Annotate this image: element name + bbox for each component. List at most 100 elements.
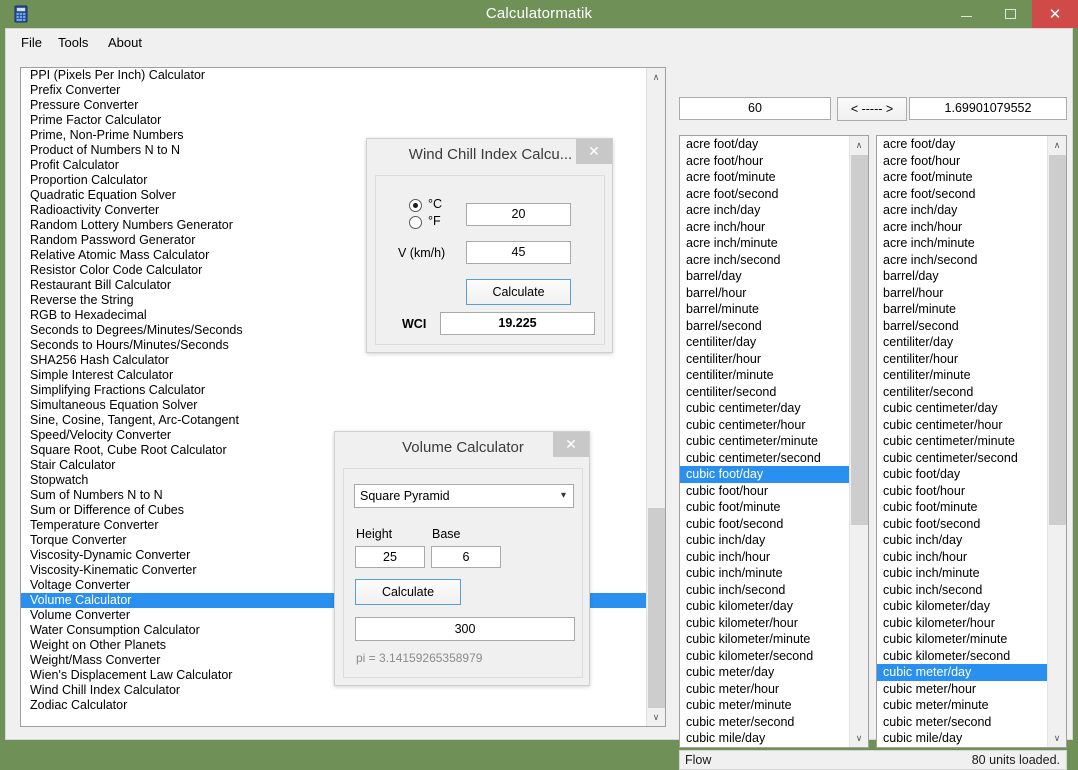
unit-list-item[interactable]: cubic foot/day [680,466,849,483]
scroll-up-icon[interactable]: ∧ [850,136,868,154]
unit-list-item[interactable]: centiliter/second [877,384,1047,401]
swap-direction-button[interactable]: < ----- > [837,97,907,121]
unit-list-item[interactable]: acre foot/day [680,136,849,153]
volume-close-button[interactable]: ✕ [553,432,589,457]
unit-list-item[interactable]: barrel/day [680,268,849,285]
wind-chill-close-button[interactable]: ✕ [576,139,612,164]
unit-list-item[interactable]: cubic inch/minute [680,565,849,582]
unit-list-to-scrollbar[interactable]: ∧ ∨ [1047,136,1066,747]
unit-list-item[interactable]: centiliter/hour [877,351,1047,368]
calculator-list-item[interactable]: Prefix Converter [21,83,646,98]
unit-list-item[interactable]: cubic foot/second [877,516,1047,533]
unit-list-item[interactable]: cubic centimeter/hour [877,417,1047,434]
calculator-list-item[interactable]: SHA256 Hash Calculator [21,353,646,368]
minimize-button[interactable] [944,0,988,28]
unit-list-item[interactable]: barrel/second [877,318,1047,335]
unit-list-item[interactable]: cubic foot/minute [877,499,1047,516]
unit-list-item[interactable]: centiliter/hour [680,351,849,368]
unit-list-item[interactable]: cubic kilometer/day [877,598,1047,615]
unit-list-item[interactable]: acre inch/second [877,252,1047,269]
unit-list-item[interactable]: cubic meter/hour [680,681,849,698]
unit-list-item[interactable]: acre inch/hour [877,219,1047,236]
unit-list-item[interactable]: cubic mile/day [877,730,1047,747]
velocity-input[interactable]: 45 [466,241,571,264]
calculator-list-item[interactable]: Prime Factor Calculator [21,113,646,128]
close-button[interactable]: ✕ [1032,0,1078,28]
unit-list-item[interactable]: acre foot/hour [680,153,849,170]
scroll-down-icon[interactable]: ∨ [647,708,665,726]
scroll-down-icon[interactable]: ∨ [1048,729,1066,747]
unit-list-item[interactable]: cubic centimeter/minute [877,433,1047,450]
unit-list-item[interactable]: cubic centimeter/second [680,450,849,467]
calculator-list-item[interactable]: Simple Interest Calculator [21,368,646,383]
unit-list-item[interactable]: cubic kilometer/minute [680,631,849,648]
unit-list-item[interactable]: acre inch/minute [877,235,1047,252]
unit-list-item[interactable]: cubic centimeter/minute [680,433,849,450]
volume-calculate-button[interactable]: Calculate [355,579,461,605]
menu-item-file[interactable]: File [14,29,49,56]
unit-list-item[interactable]: cubic meter/minute [877,697,1047,714]
unit-list-item[interactable]: acre inch/day [680,202,849,219]
unit-list-item[interactable]: centiliter/minute [877,367,1047,384]
unit-list-item[interactable]: cubic inch/minute [877,565,1047,582]
unit-list-item[interactable]: cubic centimeter/day [680,400,849,417]
unit-list-item[interactable]: cubic inch/day [877,532,1047,549]
menu-item-about[interactable]: About [101,29,149,56]
maximize-button[interactable] [988,0,1032,28]
calculator-list-scrollbar[interactable]: ∧ ∨ [646,68,665,726]
scroll-up-icon[interactable]: ∧ [647,68,665,86]
unit-list-item[interactable]: cubic kilometer/minute [877,631,1047,648]
unit-list-item[interactable]: cubic foot/day [877,466,1047,483]
unit-list-to[interactable]: acre foot/day acre foot/hour acre foot/min… [876,135,1067,748]
unit-list-item[interactable]: cubic kilometer/hour [680,615,849,632]
unit-list-item[interactable]: cubic meter/second [680,714,849,731]
unit-list-item[interactable]: cubic inch/hour [877,549,1047,566]
unit-list-item[interactable]: cubic meter/second [877,714,1047,731]
unit-list-item[interactable]: centiliter/day [680,334,849,351]
calculator-list-item[interactable]: Simultaneous Equation Solver [21,398,646,413]
unit-list-item[interactable]: acre foot/second [680,186,849,203]
unit-list-item[interactable]: cubic mile/hour [680,747,849,748]
scrollbar-thumb[interactable] [851,155,868,525]
converter-output-value[interactable]: 1.69901079552 [909,97,1067,120]
unit-list-item[interactable]: acre foot/minute [877,169,1047,186]
unit-list-item[interactable]: cubic foot/hour [877,483,1047,500]
unit-list-item[interactable]: cubic foot/minute [680,499,849,516]
unit-list-item[interactable]: cubic meter/hour [877,681,1047,698]
unit-list-item[interactable]: barrel/second [680,318,849,335]
scroll-up-icon[interactable]: ∧ [1048,136,1066,154]
scrollbar-thumb[interactable] [648,508,665,708]
scroll-down-icon[interactable]: ∨ [850,729,868,747]
unit-list-item[interactable]: cubic inch/second [877,582,1047,599]
unit-list-item[interactable]: acre inch/hour [680,219,849,236]
unit-list-item[interactable]: acre inch/minute [680,235,849,252]
unit-list-item[interactable]: acre foot/hour [877,153,1047,170]
unit-list-item[interactable]: cubic meter/day [877,664,1047,681]
unit-list-item[interactable]: cubic inch/day [680,532,849,549]
temperature-input[interactable]: 20 [466,203,571,226]
calculator-list-item[interactable]: Pressure Converter [21,98,646,113]
unit-list-item[interactable]: barrel/hour [877,285,1047,302]
shape-select[interactable]: Square Pyramid ▾ [354,484,574,508]
unit-list-item[interactable]: barrel/minute [680,301,849,318]
height-input[interactable]: 25 [355,546,425,568]
calculator-list-item[interactable]: Simplifying Fractions Calculator [21,383,646,398]
unit-list-item[interactable]: cubic foot/hour [680,483,849,500]
unit-list-item[interactable]: cubic meter/minute [680,697,849,714]
unit-list-item[interactable]: cubic kilometer/day [680,598,849,615]
unit-list-item[interactable]: cubic mile/day [680,730,849,747]
unit-list-item[interactable]: cubic inch/second [680,582,849,599]
calculator-list-item[interactable]: Zodiac Calculator [21,698,646,713]
unit-list-to-items[interactable]: acre foot/day acre foot/hour acre foot/min… [877,136,1047,747]
unit-list-item[interactable]: centiliter/day [877,334,1047,351]
unit-list-item[interactable]: acre inch/second [680,252,849,269]
unit-list-item[interactable]: barrel/minute [877,301,1047,318]
unit-list-item[interactable]: cubic kilometer/hour [877,615,1047,632]
unit-list-item[interactable]: cubic meter/day [680,664,849,681]
menu-item-tools[interactable]: Tools [51,29,95,56]
unit-list-item[interactable]: cubic kilometer/second [680,648,849,665]
calculator-list-item[interactable]: Sine, Cosine, Tangent, Arc-Cotangent [21,413,646,428]
unit-list-item[interactable]: cubic centimeter/second [877,450,1047,467]
unit-list-item[interactable]: cubic centimeter/hour [680,417,849,434]
unit-list-item[interactable]: acre foot/second [877,186,1047,203]
